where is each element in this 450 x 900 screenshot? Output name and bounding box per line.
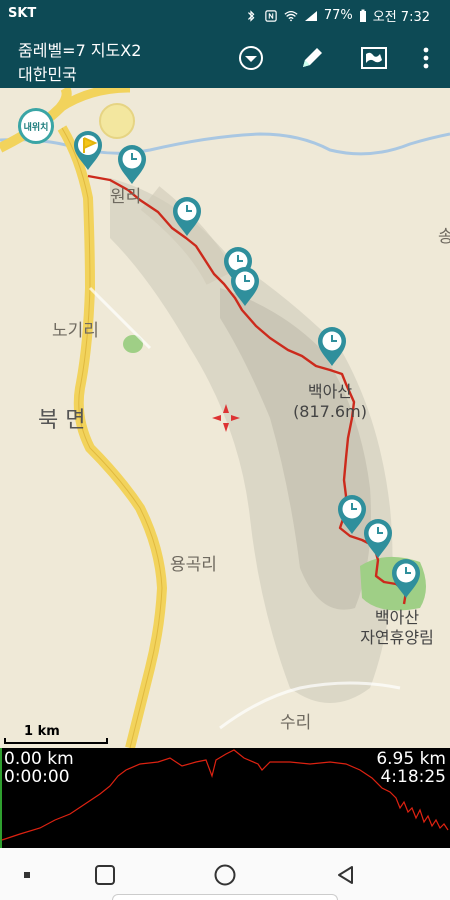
forest-label: 백아산 자연휴양림 bbox=[352, 608, 442, 648]
start-flag-marker[interactable] bbox=[74, 131, 102, 170]
village-label-partial: 송 bbox=[438, 227, 450, 247]
clock: 오전 7:32 bbox=[372, 10, 430, 25]
carrier-label: SKT bbox=[8, 6, 37, 21]
gesture-handle[interactable] bbox=[112, 894, 338, 900]
more-vert-icon bbox=[423, 47, 429, 69]
map-icon bbox=[361, 47, 387, 69]
peak-name: 백아산 bbox=[307, 382, 353, 401]
dropdown-button[interactable] bbox=[233, 40, 269, 76]
battery-percent: 77% bbox=[323, 8, 353, 23]
waypoint-marker[interactable] bbox=[172, 196, 202, 237]
app-bar: 줌레벨=7 지도X2 대한민국 bbox=[0, 28, 450, 88]
my-location-button[interactable]: 내위치 bbox=[18, 108, 54, 144]
dot-icon bbox=[24, 872, 30, 878]
nfc-icon bbox=[265, 9, 277, 22]
waypoint-marker[interactable] bbox=[317, 326, 347, 367]
scale-label: 1 km bbox=[24, 724, 60, 739]
zoom-level-title: 줌레벨=7 지도X2 bbox=[18, 41, 142, 60]
start-time: 0:00:00 bbox=[4, 767, 70, 787]
start-distance: 0.00 km bbox=[4, 749, 74, 769]
waypoint-marker[interactable] bbox=[363, 518, 393, 559]
bluetooth-icon bbox=[247, 9, 255, 22]
home-button[interactable] bbox=[212, 862, 238, 888]
my-location-label: 내위치 bbox=[23, 122, 49, 133]
map-view[interactable]: 내위치 원리 노기리 북 면 용곡리 수리 송 백아산 (817.6m) 백아산… bbox=[0, 88, 450, 748]
scale-bar: 1 km bbox=[4, 724, 108, 746]
home-icon bbox=[214, 864, 236, 886]
back-icon bbox=[338, 866, 353, 884]
district-label: 북 면 bbox=[38, 408, 86, 433]
recents-button[interactable] bbox=[92, 862, 118, 888]
total-distance: 6.95 km bbox=[376, 749, 446, 769]
dropdown-icon bbox=[239, 46, 263, 70]
recents-icon bbox=[95, 865, 115, 885]
elevation-profile[interactable]: 0.00 km 0:00:00 6.95 km 4:18:25 bbox=[0, 748, 450, 848]
scale-line bbox=[4, 738, 108, 744]
edit-button[interactable] bbox=[294, 40, 330, 76]
waypoint-marker[interactable] bbox=[337, 494, 367, 535]
village-label: 노기리 bbox=[52, 321, 99, 341]
forest-name: 백아산 bbox=[374, 608, 420, 627]
forest-subtitle: 자연휴양림 bbox=[360, 628, 434, 647]
system-nav-bar bbox=[0, 848, 450, 900]
country-subtitle: 대한민국 bbox=[18, 65, 77, 84]
wifi-icon bbox=[284, 10, 298, 21]
pencil-icon bbox=[303, 48, 322, 67]
status-bar: SKT 77% 오전 7:32 bbox=[0, 0, 450, 28]
village-label: 수리 bbox=[280, 713, 312, 733]
dot-button[interactable] bbox=[14, 862, 40, 888]
battery-icon bbox=[359, 9, 366, 22]
back-button[interactable] bbox=[332, 862, 358, 888]
signal-icon bbox=[304, 10, 317, 21]
village-label: 용곡리 bbox=[170, 555, 217, 575]
waypoint-marker[interactable] bbox=[117, 144, 147, 185]
more-button[interactable] bbox=[408, 40, 444, 76]
village-label: 원리 bbox=[110, 187, 142, 207]
peak-label: 백아산 (817.6m) bbox=[290, 382, 370, 422]
waypoint-marker[interactable] bbox=[230, 266, 260, 307]
map-layer-button[interactable] bbox=[356, 40, 392, 76]
total-time: 4:18:25 bbox=[380, 767, 446, 787]
waypoint-marker[interactable] bbox=[391, 558, 421, 599]
peak-elevation: (817.6m) bbox=[293, 402, 367, 421]
